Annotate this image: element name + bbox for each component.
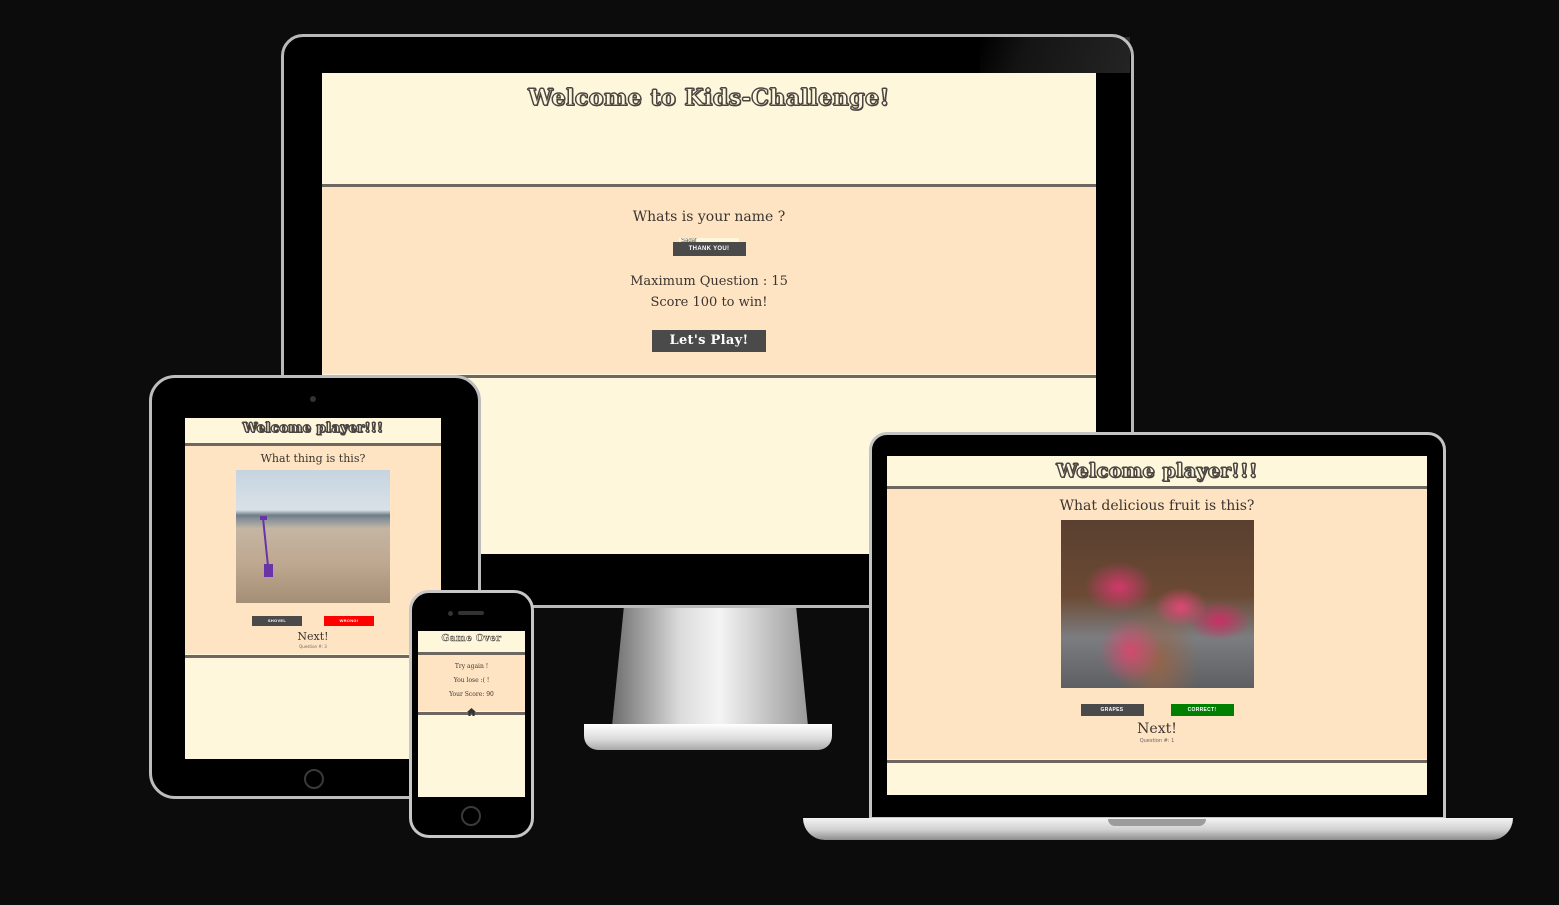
laptop-question-image [1060, 520, 1254, 688]
laptop-screen: Welcome player!!! What delicious fruit i… [887, 456, 1427, 795]
desktop-header: Welcome to Kids-Challenge! [322, 73, 1096, 183]
phone-header-title: Game Over [441, 634, 502, 645]
desktop-header-title: Welcome to Kids-Challenge! [528, 85, 890, 112]
phone-speaker [458, 611, 484, 615]
tablet-answer-wrong[interactable]: WRONG! [324, 616, 374, 626]
tablet-question-counter: Question #: 3 [299, 644, 327, 649]
monitor-stand [612, 608, 808, 726]
max-question-text: Maximum Question : 15 [630, 274, 788, 289]
monitor-glare [980, 37, 1130, 73]
phone-camera [448, 611, 453, 616]
name-field-wrap [322, 227, 1096, 245]
tablet-screen: Welcome player!!! What thing is this? SH… [185, 418, 441, 759]
lets-play-button[interactable]: Let's Play! [652, 330, 766, 352]
laptop-main: What delicious fruit is this? GRAPES COR… [887, 489, 1427, 759]
laptop-header: Welcome player!!! [887, 456, 1427, 485]
tablet-next-button[interactable]: Next! [185, 630, 441, 643]
tablet-divider-bottom [185, 655, 441, 658]
tablet-question-image [236, 470, 390, 603]
tablet-answer-shovel[interactable]: SHOVEL [252, 616, 302, 626]
try-again-link[interactable]: Try again ! [418, 655, 525, 670]
thank-you-button[interactable]: THANK YOU! [672, 242, 746, 256]
laptop-question-counter: Question #: 1 [1139, 738, 1175, 744]
laptop-next-button[interactable]: Next! [887, 721, 1427, 737]
laptop-answer-correct[interactable]: CORRECT! [1170, 704, 1234, 716]
laptop-answer-grapes[interactable]: GRAPES [1080, 704, 1144, 716]
score-text: Your Score: 90 [449, 691, 494, 698]
score-to-win-text: Score 100 to win! [650, 295, 768, 310]
result-text: You lose :( ! [453, 677, 490, 684]
home-icon[interactable] [467, 708, 476, 716]
laptop-answer-row: GRAPES CORRECT! [887, 704, 1427, 716]
shovel-image-icon [260, 516, 273, 577]
name-prompt: Whats is your name ? [632, 209, 786, 225]
desktop-main: Whats is your name ? THANK YOU! Maximum … [322, 187, 1096, 374]
tablet-answer-row: SHOVEL WRONG! [185, 616, 441, 626]
tablet-header-title: Welcome player!!! [242, 421, 384, 437]
monitor-base [584, 724, 832, 750]
phone-header: Game Over [418, 631, 525, 651]
home-link[interactable] [418, 701, 525, 716]
laptop-notch [1108, 819, 1206, 826]
tablet-home-button [304, 769, 324, 789]
tablet-main: What thing is this? SHOVEL WRONG! Next! … [185, 446, 441, 654]
laptop-question: What delicious fruit is this? [1059, 498, 1255, 514]
laptop-header-title: Welcome player!!! [1056, 460, 1258, 483]
tablet-question: What thing is this? [260, 452, 366, 465]
phone-screen: Game Over Try again ! You lose :( ! Your… [418, 631, 525, 797]
tablet-header: Welcome player!!! [185, 418, 441, 442]
laptop-divider-bottom [887, 760, 1427, 763]
phone-home-button [461, 806, 481, 826]
phone-main: Try again ! You lose :( ! Your Score: 90 [418, 655, 525, 716]
tablet-camera [310, 396, 316, 402]
